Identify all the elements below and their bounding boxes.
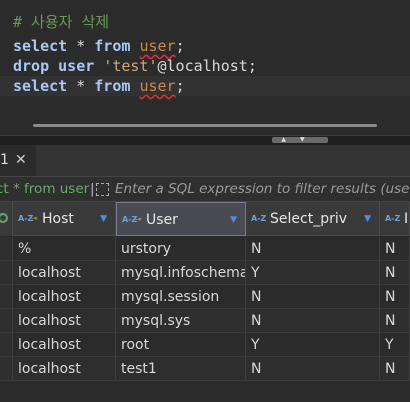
- table-cell[interactable]: Y: [246, 333, 380, 357]
- table-cell[interactable]: N: [246, 357, 380, 381]
- table-cell[interactable]: localhost: [13, 261, 116, 285]
- table-cell[interactable]: Y: [380, 333, 410, 357]
- expand-icon[interactable]: [96, 183, 109, 196]
- table-identifier: user: [139, 77, 176, 95]
- column-header-next[interactable]: A-Z I: [380, 202, 410, 236]
- table-cell[interactable]: localhost: [13, 357, 116, 381]
- sort-arrow-icon[interactable]: ▼: [100, 202, 107, 236]
- table-cell[interactable]: N: [380, 309, 410, 333]
- close-icon[interactable]: ✕: [15, 145, 27, 176]
- table-cell[interactable]: N: [380, 285, 410, 309]
- sql-editor[interactable]: # 사용자 삭제 select * from user; drop user '…: [0, 0, 410, 135]
- sort-arrow-icon[interactable]: ▼: [230, 203, 237, 237]
- semicolon: ;: [175, 37, 185, 55]
- filter-bar: ct * from user | Enter a SQL expression …: [0, 177, 410, 202]
- table-cell[interactable]: test1: [116, 357, 246, 381]
- table-cell[interactable]: Y: [246, 261, 380, 285]
- semicolon: ;: [175, 77, 185, 95]
- filter-input[interactable]: Enter a SQL expression to filter results…: [115, 177, 410, 201]
- table-cell[interactable]: urstory: [116, 237, 246, 261]
- column-header-select-priv[interactable]: A-Z Select_priv ▼: [246, 202, 380, 236]
- keyword: select: [13, 77, 68, 95]
- results-tabbar: 1 ✕: [0, 145, 410, 177]
- table-cell[interactable]: N: [246, 309, 380, 333]
- last-query-text[interactable]: ct * from user: [0, 177, 89, 201]
- az-text-icon: A-Z: [251, 214, 267, 223]
- table-cell[interactable]: root: [116, 333, 246, 357]
- table-cell[interactable]: %: [13, 237, 116, 261]
- table-cell[interactable]: localhost: [13, 285, 116, 309]
- grid-corner[interactable]: [0, 202, 13, 236]
- table-cell[interactable]: N: [380, 237, 410, 261]
- results-grid: A-Z ⊸ Host ▼ A-Z ⊸ User ▼ A-Z Select_pri…: [0, 202, 410, 402]
- sort-arrow-icon[interactable]: ▼: [364, 202, 371, 236]
- column-name: Host: [42, 211, 74, 227]
- row-number[interactable]: [0, 333, 13, 357]
- editor-line-drop[interactable]: drop user 'test'@localhost;: [13, 56, 257, 76]
- table-cell[interactable]: mysql.session: [116, 285, 246, 309]
- table-cell[interactable]: N: [380, 357, 410, 381]
- column-header-host[interactable]: A-Z ⊸ Host ▼: [13, 202, 116, 236]
- table-cell[interactable]: N: [246, 237, 380, 261]
- splitter-handle[interactable]: ▲▼: [272, 137, 328, 143]
- table-cell[interactable]: N: [380, 261, 410, 285]
- filter-separator: |: [90, 181, 95, 197]
- row-number[interactable]: [0, 261, 13, 285]
- host-literal: @localhost: [157, 57, 248, 75]
- az-text-icon: A-Z: [385, 214, 401, 223]
- column-header-user[interactable]: A-Z ⊸ User ▼: [116, 202, 246, 236]
- keyword: drop: [13, 57, 50, 75]
- editor-line-select-2[interactable]: select * from user;: [13, 76, 185, 96]
- key-icon: ⊸: [134, 215, 142, 225]
- settings-icon[interactable]: [0, 213, 8, 223]
- horizontal-scrollbar[interactable]: [33, 124, 377, 127]
- table-identifier: user: [139, 37, 176, 55]
- row-number[interactable]: [0, 309, 13, 333]
- table-cell[interactable]: mysql.sys: [116, 309, 246, 333]
- column-name: Select_priv: [270, 211, 348, 227]
- keyword: select: [13, 37, 68, 55]
- table-cell[interactable]: localhost: [13, 333, 116, 357]
- operator: *: [76, 77, 86, 95]
- row-number[interactable]: [0, 357, 13, 381]
- pane-splitter[interactable]: ▲▼: [0, 135, 410, 145]
- row-number[interactable]: [0, 237, 13, 261]
- column-name: I: [404, 211, 409, 227]
- keyword: from: [94, 37, 131, 55]
- results-tab-label: 1: [0, 152, 9, 168]
- table-cell[interactable]: mysql.infoschema: [116, 261, 246, 285]
- editor-line-select[interactable]: select * from user;: [13, 36, 185, 56]
- table-cell[interactable]: N: [246, 285, 380, 309]
- operator: *: [76, 37, 86, 55]
- row-number[interactable]: [0, 285, 13, 309]
- table-cell[interactable]: localhost: [13, 309, 116, 333]
- keyword: user: [58, 57, 95, 75]
- results-tab[interactable]: 1 ✕: [0, 145, 36, 176]
- semicolon: ;: [247, 57, 257, 75]
- key-icon: ⊸: [30, 214, 38, 224]
- column-name: User: [146, 212, 178, 228]
- string-literal: 'test': [103, 57, 158, 75]
- keyword: from: [94, 77, 131, 95]
- comment-line: # 사용자 삭제: [13, 13, 110, 31]
